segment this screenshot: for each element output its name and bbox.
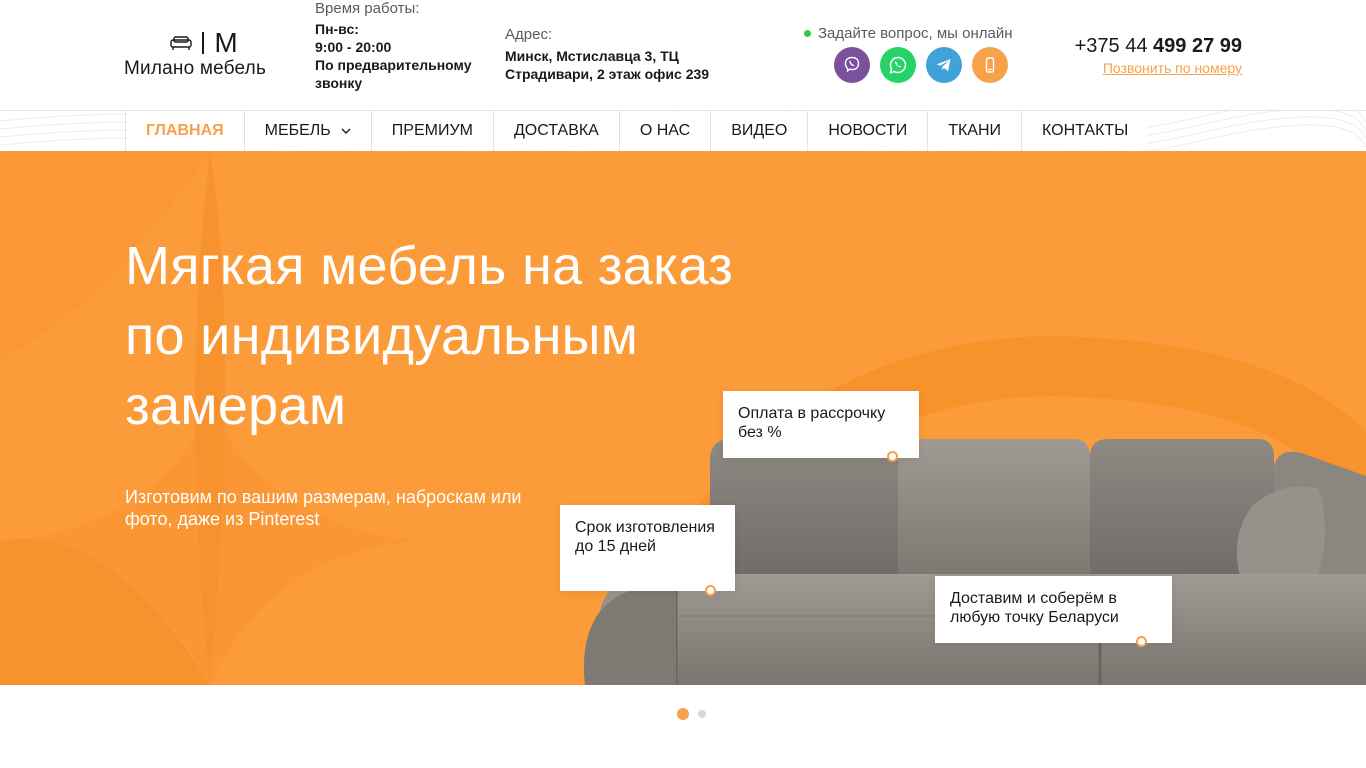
hero-subtitle: Изготовим по вашим размерам, наброскам и… <box>125 487 522 529</box>
callout-delivery: Доставим и соберём в любую точку Беларус… <box>935 576 1172 647</box>
hero-title-line: Мягкая мебель на заказ <box>125 236 734 296</box>
callout-text: Доставим и соберём в любую точку Беларус… <box>950 590 1119 626</box>
online-status: Задайте вопрос, мы онлайн <box>804 25 1013 42</box>
working-hours: Время работы: Пн-вс: 9:00 - 20:00 По пре… <box>315 0 475 92</box>
hero-slider: Мягкая мебель на заказ по индивидуальным… <box>0 151 1366 685</box>
address-label: Адрес: <box>505 26 553 43</box>
callback-link[interactable]: Позвонить по номеру <box>1066 60 1242 76</box>
online-indicator-icon <box>804 30 811 37</box>
nav-label: НОВОСТИ <box>828 122 908 139</box>
callout-pin-icon <box>1136 636 1147 647</box>
phone-prefix: +375 44 <box>1074 35 1148 57</box>
nav-label: ТКАНИ <box>948 122 1002 139</box>
whatsapp-icon <box>889 56 907 74</box>
nav-item-contacts[interactable]: КОНТАКТЫ <box>1021 111 1149 151</box>
nav-item-delivery[interactable]: ДОСТАВКА <box>492 111 619 151</box>
hero-title: Мягкая мебель на заказ по индивидуальным… <box>125 231 825 441</box>
whatsapp-button[interactable] <box>880 47 916 83</box>
viber-icon <box>844 56 860 73</box>
nav-label: ДОСТАВКА <box>513 122 599 139</box>
callout-pin-icon <box>705 585 716 596</box>
slider-pagination <box>677 708 706 720</box>
telegram-icon <box>936 59 951 71</box>
nav-label: ВИДЕО <box>731 122 788 139</box>
slider-dot-2[interactable] <box>698 710 706 718</box>
site-header: M Милано мебель Время работы: Пн-вс: 9:0… <box>0 0 1366 110</box>
nav-item-furniture[interactable]: МЕБЕЛЬ <box>243 111 371 151</box>
hours-time: 9:00 - 20:00 <box>315 39 392 55</box>
nav-item-about[interactable]: О НАС <box>618 111 711 151</box>
address-value: Минск, Мстиславца 3, ТЦ Страдивари, 2 эт… <box>505 48 710 82</box>
nav-label: МЕБЕЛЬ <box>264 122 331 139</box>
hero-title-line: замерам <box>125 376 347 436</box>
online-text: Задайте вопрос, мы онлайн <box>818 25 1013 42</box>
nav-list: ГЛАВНАЯ МЕБЕЛЬ ПРЕМИУМ ДОСТАВКА О НАС ВИ… <box>125 111 1149 151</box>
callout-text: Срок изготовления до 15 дней <box>575 519 715 555</box>
nav-item-news[interactable]: НОВОСТИ <box>807 111 928 151</box>
callout-production-term: Срок изготовления до 15 дней <box>560 505 735 596</box>
nav-label: ГЛАВНАЯ <box>146 122 224 139</box>
logo-mark: M <box>214 27 238 58</box>
logo-name: Милано мебель <box>124 58 267 79</box>
nav-item-fabrics[interactable]: ТКАНИ <box>927 111 1022 151</box>
nav-item-video[interactable]: ВИДЕО <box>710 111 808 151</box>
main-navigation: ГЛАВНАЯ МЕБЕЛЬ ПРЕМИУМ ДОСТАВКА О НАС ВИ… <box>0 110 1366 151</box>
phone-number[interactable]: +375 44 499 27 99 <box>1066 34 1242 58</box>
callout-text: Оплата в рассрочку без % <box>738 405 886 441</box>
address-block: Адрес: Минск, Мстиславца 3, ТЦ Страдивар… <box>505 26 745 83</box>
chevron-down-icon <box>341 128 351 134</box>
hours-value: Пн-вс: 9:00 - 20:00 По предварительному … <box>315 20 475 92</box>
phone-main: 499 27 99 <box>1153 35 1242 57</box>
callout-installment: Оплата в рассрочку без % <box>723 391 919 462</box>
hours-label: Время работы: <box>315 0 420 17</box>
mobile-phone-icon <box>985 57 995 73</box>
site-logo[interactable]: M Милано мебель <box>124 27 284 80</box>
viber-button[interactable] <box>834 47 870 83</box>
phone-button[interactable] <box>972 47 1008 83</box>
logo-divider <box>202 32 205 54</box>
nav-label: КОНТАКТЫ <box>1042 122 1129 139</box>
hours-days: Пн-вс: <box>315 21 359 37</box>
hero-title-line: по индивидуальным <box>125 306 639 366</box>
callout-pin-icon <box>887 451 898 462</box>
hours-note: По предварительному звонку <box>315 57 472 91</box>
messenger-links <box>834 47 1008 83</box>
nav-item-premium[interactable]: ПРЕМИУМ <box>370 111 493 151</box>
nav-label: ПРЕМИУМ <box>391 122 473 139</box>
nav-label: О НАС <box>639 122 691 139</box>
telegram-button[interactable] <box>926 47 962 83</box>
nav-item-home[interactable]: ГЛАВНАЯ <box>125 111 244 151</box>
slider-dot-1[interactable] <box>677 708 689 720</box>
sofa-icon <box>170 36 193 50</box>
